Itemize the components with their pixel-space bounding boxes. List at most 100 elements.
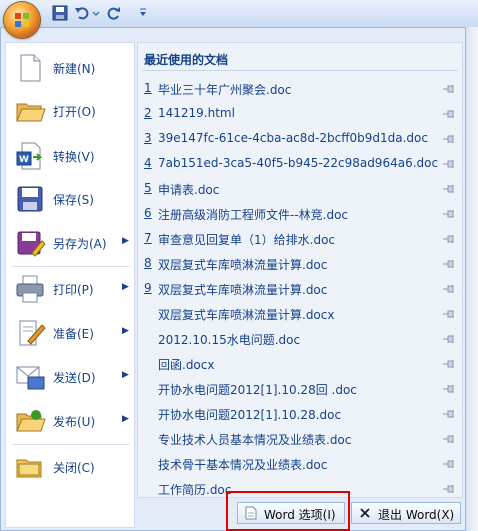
save-as-command[interactable]: 另存为(A) ▶ bbox=[6, 223, 134, 263]
pin-icon[interactable] bbox=[442, 208, 456, 218]
recent-document-name: 回函.docx bbox=[158, 358, 215, 372]
recent-document-name: 注册高级消防工程师文件--林竞.doc bbox=[158, 208, 349, 222]
divider bbox=[12, 266, 130, 267]
pin-icon[interactable] bbox=[442, 458, 456, 468]
divider bbox=[142, 70, 458, 71]
recent-document-name: 审查意见回复单（1）给排水.doc bbox=[158, 233, 336, 247]
close-icon bbox=[360, 508, 370, 518]
convert-command[interactable]: W 转换(V) bbox=[6, 136, 134, 176]
svg-text:W: W bbox=[19, 155, 29, 165]
recent-document-item[interactable]: 开协水电问题2012[1].10.28.doc bbox=[138, 401, 462, 426]
word-options-label: Word 选项(I) bbox=[264, 508, 336, 522]
submenu-arrow-icon: ▶ bbox=[122, 282, 129, 292]
command-pane: 新建(N) 打开(O) W 转换(V) 保存(S) 另存为(A) ▶ 打印(P)… bbox=[5, 42, 135, 528]
recent-document-item[interactable]: 3 39e147fc-61ce-4cba-ac8d-2bcff0b9d1da.do… bbox=[138, 126, 462, 151]
pin-icon[interactable] bbox=[442, 308, 456, 318]
pin-icon[interactable] bbox=[442, 433, 456, 443]
redo-icon[interactable] bbox=[106, 5, 122, 21]
recent-document-item[interactable]: 5 申请表.doc bbox=[138, 176, 462, 201]
pin-icon[interactable] bbox=[442, 333, 456, 343]
recent-document-item[interactable]: 7 审查意见回复单（1）给排水.doc bbox=[138, 226, 462, 251]
close-command-label: 关闭(C) bbox=[53, 461, 95, 475]
recent-document-name: 双层复式车库喷淋流量计算.doc bbox=[158, 258, 328, 272]
publish-icon bbox=[16, 410, 46, 432]
chevron-down-icon[interactable] bbox=[92, 5, 100, 21]
recent-document-item[interactable]: 6 注册高级消防工程师文件--林竞.doc bbox=[138, 201, 462, 226]
recent-document-number: 3 bbox=[144, 131, 152, 145]
office-button[interactable] bbox=[4, 2, 40, 38]
prepare-command[interactable]: 准备(E) ▶ bbox=[6, 313, 134, 353]
recent-document-item[interactable]: 技术骨干基本情况及业绩表.doc bbox=[138, 451, 462, 476]
save-icon[interactable] bbox=[52, 5, 68, 21]
pin-icon[interactable] bbox=[442, 83, 456, 93]
pin-icon[interactable] bbox=[442, 283, 456, 293]
publish-command[interactable]: 发布(U) ▶ bbox=[6, 401, 134, 441]
save-command-label: 保存(S) bbox=[53, 193, 94, 207]
undo-icon[interactable] bbox=[74, 5, 90, 21]
recent-document-item[interactable]: 2012.10.15水电问题.doc bbox=[138, 326, 462, 351]
pin-icon[interactable] bbox=[442, 158, 456, 168]
recent-document-item[interactable]: 回函.docx bbox=[138, 351, 462, 376]
recent-document-name: 申请表.doc bbox=[158, 183, 220, 197]
recent-document-item[interactable]: 双层复式车库喷淋流量计算.docx bbox=[138, 301, 462, 326]
office-logo-icon bbox=[15, 13, 29, 27]
recent-document-item[interactable]: 9 双层复式车库喷淋流量计算.doc bbox=[138, 276, 462, 301]
submenu-arrow-icon: ▶ bbox=[122, 236, 129, 246]
pin-icon[interactable] bbox=[442, 183, 456, 193]
close-folder-icon bbox=[16, 459, 42, 478]
print-command[interactable]: 打印(P) ▶ bbox=[6, 269, 134, 309]
send-command-label: 发送(D) bbox=[53, 371, 96, 385]
recent-document-name: 开协水电问题2012[1].10.28回 .doc bbox=[158, 383, 357, 397]
submenu-arrow-icon: ▶ bbox=[122, 414, 129, 424]
recent-document-name: 39e147fc-61ce-4cba-ac8d-2bcff0b9d1da.doc bbox=[158, 131, 428, 145]
prepare-icon bbox=[19, 320, 46, 346]
recent-document-item[interactable]: 开协水电问题2012[1].10.28回 .doc bbox=[138, 376, 462, 401]
menu-footer: Word 选项(I) 退出 Word(X) bbox=[1, 498, 465, 530]
recent-document-name: 开协水电问题2012[1].10.28.doc bbox=[158, 408, 342, 422]
divider bbox=[12, 444, 130, 445]
exit-word-button[interactable]: 退出 Word(X) bbox=[351, 502, 461, 524]
pin-icon[interactable] bbox=[442, 233, 456, 243]
recent-documents-title: 最近使用的文档 bbox=[144, 53, 229, 67]
new-command[interactable]: 新建(N) bbox=[6, 48, 134, 88]
recent-document-item[interactable]: 2 141219.html bbox=[138, 101, 462, 126]
quick-access-toolbar bbox=[0, 0, 478, 28]
recent-document-item[interactable]: 4 7ab151ed-3ca5-40f5-b945-22c98ad964a6.do… bbox=[138, 151, 462, 176]
close-command[interactable]: 关闭(C) bbox=[6, 447, 134, 487]
options-document-icon bbox=[245, 506, 257, 520]
submenu-arrow-icon: ▶ bbox=[122, 326, 129, 336]
recent-document-name: 双层复式车库喷淋流量计算.doc bbox=[158, 283, 328, 297]
recent-document-number: 6 bbox=[144, 206, 152, 220]
recent-document-number: 5 bbox=[144, 181, 152, 195]
recent-documents-pane: 最近使用的文档 1 毕业三十年广州聚会.doc 2 141219.html 3 39e14… bbox=[137, 42, 463, 498]
pin-icon[interactable] bbox=[442, 483, 456, 493]
send-command[interactable]: 发送(D) ▶ bbox=[6, 357, 134, 397]
recent-document-name: 双层复式车库喷淋流量计算.docx bbox=[158, 308, 335, 322]
pin-icon[interactable] bbox=[442, 408, 456, 418]
open-command[interactable]: 打开(O) bbox=[6, 91, 134, 131]
exit-word-label: 退出 Word(X) bbox=[378, 508, 455, 522]
pin-icon[interactable] bbox=[442, 108, 456, 118]
recent-document-name: 7ab151ed-3ca5-40f5-b945-22c98ad964a6.doc bbox=[158, 156, 439, 170]
send-icon bbox=[16, 366, 45, 390]
new-command-label: 新建(N) bbox=[53, 62, 96, 76]
save-command[interactable]: 保存(S) bbox=[6, 179, 134, 219]
print-command-label: 打印(P) bbox=[53, 283, 94, 297]
publish-command-label: 发布(U) bbox=[53, 415, 96, 429]
pin-icon[interactable] bbox=[442, 258, 456, 268]
pin-icon[interactable] bbox=[442, 383, 456, 393]
save-as-command-label: 另存为(A) bbox=[53, 237, 107, 251]
recent-document-number: 7 bbox=[144, 231, 152, 245]
document-edge bbox=[466, 27, 478, 531]
pin-icon[interactable] bbox=[442, 358, 456, 368]
recent-document-item[interactable]: 专业技术人员基本情况及业绩表.doc bbox=[138, 426, 462, 451]
customize-icon[interactable] bbox=[138, 5, 148, 21]
recent-document-number: 4 bbox=[144, 156, 152, 170]
recent-document-name: 毕业三十年广州聚会.doc bbox=[158, 83, 292, 97]
recent-document-item[interactable]: 1 毕业三十年广州聚会.doc bbox=[138, 76, 462, 101]
open-folder-icon bbox=[16, 103, 46, 122]
word-options-button[interactable]: Word 选项(I) bbox=[237, 502, 345, 524]
pin-icon[interactable] bbox=[442, 133, 456, 143]
convert-command-label: 转换(V) bbox=[53, 150, 95, 164]
recent-document-item[interactable]: 8 双层复式车库喷淋流量计算.doc bbox=[138, 251, 462, 276]
